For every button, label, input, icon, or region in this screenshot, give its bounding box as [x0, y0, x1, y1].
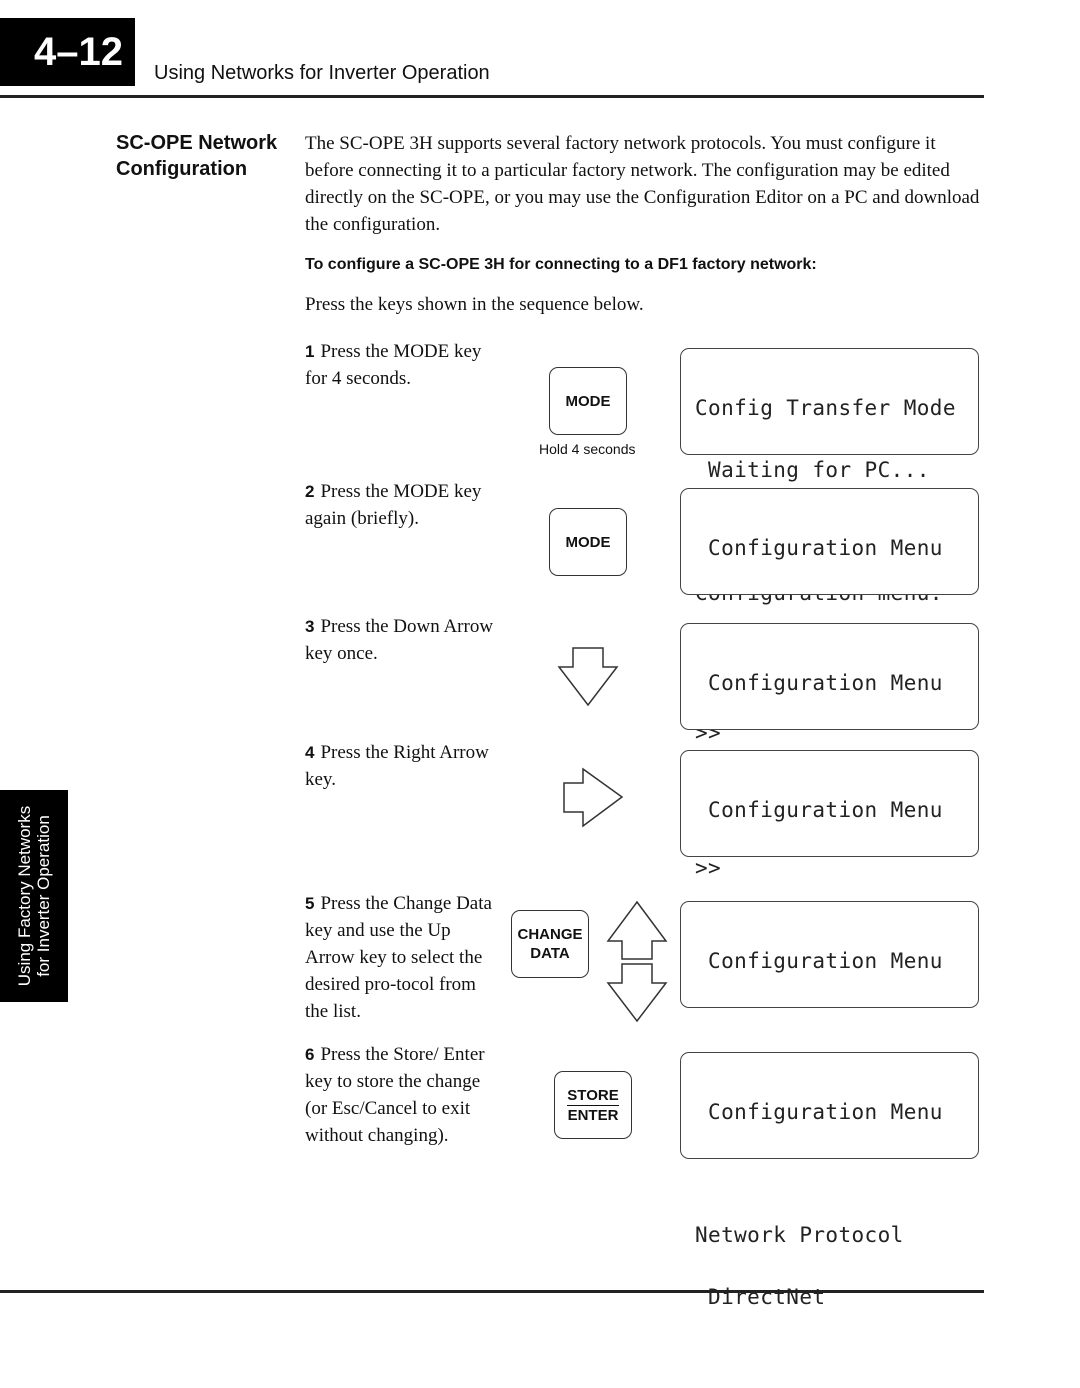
down-arrow-icon[interactable] [557, 647, 619, 707]
step-number: 2 [305, 482, 315, 501]
lcd-line: Configuration Menu [695, 798, 943, 822]
change-data-key-button[interactable]: CHANGE DATA [511, 910, 589, 978]
lcd-line: Waiting for PC... [695, 457, 930, 482]
mode-key-label: MODE [565, 392, 611, 410]
step-1-text: 1 Press the MODE key for 4 seconds. [305, 338, 500, 392]
lcd-line [695, 862, 978, 883]
step-description: Press the Right Arrow key. [305, 742, 489, 790]
hold-note: Hold 4 seconds [539, 441, 636, 457]
intro-paragraph: The SC-OPE 3H supports several factory n… [305, 133, 980, 235]
lcd-line: Network Protocol [695, 1223, 904, 1247]
lcd-line [695, 1164, 978, 1185]
step-number: 6 [305, 1045, 315, 1064]
footer-divider [0, 1290, 984, 1293]
mode-key-button[interactable]: MODE [549, 367, 627, 435]
lcd-line: Configuration Menu [695, 949, 943, 973]
side-tab: Using Factory Networks for Inverter Oper… [0, 790, 68, 1002]
change-data-key-label-bottom: DATA [530, 945, 570, 962]
page-number: 4–12 [0, 18, 135, 86]
lcd-display-step-4: Configuration Menu Network Protocol ModB… [680, 750, 979, 1005]
lcd-display-step-5: Configuration Menu Network Protocol >Dir… [680, 901, 979, 1156]
side-tab-line-2: for Inverter Operation [34, 815, 53, 977]
lcd-line [695, 600, 978, 621]
step-number: 4 [305, 743, 315, 762]
store-enter-key-button[interactable]: STORE ENTER [554, 1071, 632, 1139]
lcd-line: Configuration Menu [695, 1100, 943, 1124]
lcd-line: Config Transfer Mode [695, 396, 956, 420]
enter-key-label: ENTER [567, 1106, 619, 1124]
side-tab-label: Using Factory Networks for Inverter Oper… [15, 806, 53, 986]
step-number: 1 [305, 342, 315, 361]
section-heading-line-2: Configuration [116, 158, 248, 180]
mode-key-label: MODE [565, 533, 611, 551]
header-divider [0, 95, 984, 98]
step-number: 3 [305, 617, 315, 636]
down-arrow-icon[interactable] [606, 963, 668, 1023]
lcd-line: Configuration Menu [695, 536, 943, 560]
lcd-display-step-1: Config Transfer Mode Waiting for PC... P… [680, 348, 979, 603]
step-2-text: 2 Press the MODE key again (briefly). [305, 478, 500, 532]
side-tab-line-1: Using Factory Networks [15, 805, 34, 987]
mode-key-button[interactable]: MODE [549, 508, 627, 576]
lcd-display-step-6: Configuration Menu Network Protocol Dire… [680, 1052, 979, 1307]
change-data-key-label-top: CHANGE [517, 926, 583, 943]
step-description: Press the Down Arrow key once. [305, 616, 494, 664]
section-heading: SC-OPE Network Configuration [116, 130, 296, 182]
step-description: Press the Change Data key and use the Up… [305, 893, 492, 1022]
step-number: 5 [305, 894, 315, 913]
up-arrow-icon[interactable] [606, 900, 668, 961]
step-description: Press the Store/ Enter key to store the … [305, 1044, 485, 1146]
right-arrow-icon[interactable] [563, 767, 624, 828]
section-heading-line-1: SC-OPE Network [116, 132, 278, 154]
lcd-line: Configuration Menu [695, 671, 943, 695]
step-description: Press the MODE key again (briefly). [305, 481, 482, 529]
lcd-line [695, 1013, 978, 1034]
chapter-title: Using Networks for Inverter Operation [154, 62, 490, 84]
lcd-display-step-3: Configuration Menu Network Port Cfg >> [680, 623, 979, 878]
store-key-label: STORE [567, 1086, 619, 1106]
step-description: Press the MODE key for 4 seconds. [305, 341, 482, 389]
procedure-subheading: To configure a SC-OPE 3H for connecting … [305, 256, 817, 273]
step-5-text: 5 Press the Change Data key and use the U… [305, 890, 500, 1025]
lcd-display-step-2: Configuration Menu Inverter Port Cfg >> [680, 488, 979, 743]
step-6-text: 6 Press the Store/ Enter key to store the… [305, 1041, 500, 1149]
step-4-text: 4 Press the Right Arrow key. [305, 739, 500, 793]
step-3-text: 3 Press the Down Arrow key once. [305, 613, 500, 667]
procedure-instruction: Press the keys shown in the sequence bel… [305, 294, 644, 315]
